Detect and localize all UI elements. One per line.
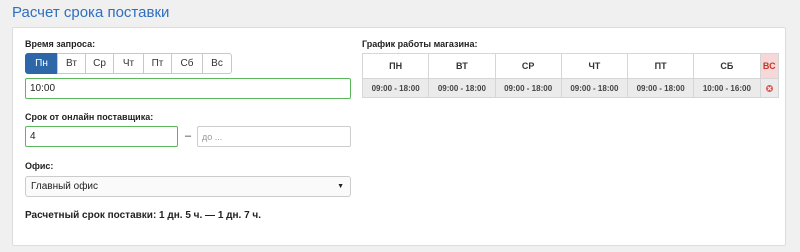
schedule-hours-fri: 09:00 - 18:00 [626,78,695,98]
office-label: Офис: [25,161,54,171]
term-from-input[interactable]: 4 [25,126,178,147]
delivery-estimate: Расчетный срок поставки: 1 дн. 5 ч. — 1 … [25,210,262,221]
term-to-input[interactable]: до ... [197,126,351,147]
schedule-day-mon: ПН [361,53,430,79]
schedule-day-thu: ЧТ [560,53,629,79]
page-title: Расчет срока поставки [12,4,170,21]
day-button-thu[interactable]: Чт [113,53,144,74]
schedule-day-sat: СБ [693,53,761,79]
schedule-hours-mon: 09:00 - 18:00 [361,78,430,98]
supplier-term-label: Срок от онлайн поставщика: [25,112,154,122]
day-button-sun[interactable]: Вс [202,53,232,74]
schedule-day-wed: СР [494,53,562,79]
office-select-value: Главный офис [31,181,99,192]
day-button-sat[interactable]: Сб [171,53,203,74]
schedule-hours-sat: 10:00 - 16:00 [693,78,761,98]
weekday-button-group: Пн Вт Ср Чт Пт Сб Вс [25,53,232,74]
request-time-label: Время запроса: [25,39,96,49]
day-button-wed[interactable]: Ср [85,53,114,74]
request-time-input[interactable]: 10:00 [25,78,351,99]
schedule-day-tue: ВТ [428,53,496,79]
closed-icon [765,84,773,92]
schedule-hours-row: 09:00 - 18:00 09:00 - 18:00 09:00 - 18:0… [361,78,779,98]
schedule-day-fri: ПТ [626,53,695,79]
schedule-hours-tue: 09:00 - 18:00 [428,78,496,98]
range-separator: – [185,130,192,142]
day-button-mon[interactable]: Пн [25,53,58,74]
store-schedule-table: ПН ВТ СР ЧТ ПТ СБ ВС 09:00 - 18:00 09:00… [361,53,779,98]
day-button-fri[interactable]: Пт [143,53,172,74]
schedule-hours-wed: 09:00 - 18:00 [494,78,562,98]
day-button-tue[interactable]: Вт [57,53,86,74]
caret-down-icon: ▼ [337,183,344,190]
office-select[interactable]: Главный офис ▼ [25,176,351,197]
schedule-hours-sun [759,78,779,98]
schedule-label: График работы магазина: [362,39,478,49]
schedule-day-sun: ВС [759,53,779,79]
schedule-hours-thu: 09:00 - 18:00 [560,78,629,98]
schedule-header-row: ПН ВТ СР ЧТ ПТ СБ ВС [361,53,779,79]
